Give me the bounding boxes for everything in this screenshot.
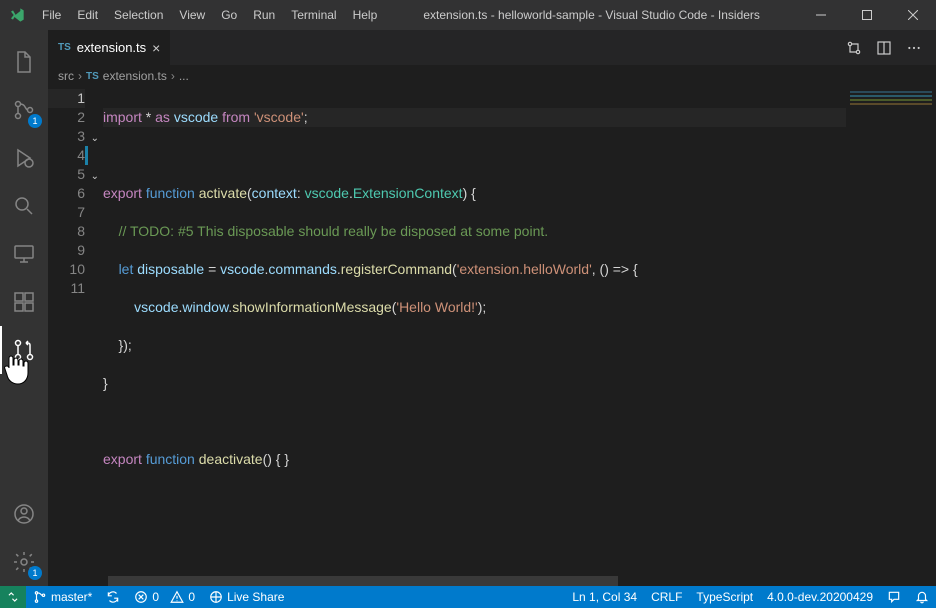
menu-go[interactable]: Go xyxy=(213,8,245,22)
menu-run[interactable]: Run xyxy=(245,8,283,22)
menu-selection[interactable]: Selection xyxy=(106,8,171,22)
scm-badge: 1 xyxy=(28,114,42,128)
language-mode-status[interactable]: TypeScript xyxy=(689,586,760,608)
split-editor-icon[interactable] xyxy=(876,40,892,56)
breadcrumb-folder[interactable]: src xyxy=(58,69,74,83)
window-title: extension.ts - helloworld-sample - Visua… xyxy=(385,8,798,22)
code-content[interactable]: import * as vscode from 'vscode'; export… xyxy=(103,87,846,586)
fold-icon[interactable]: ⌄ xyxy=(91,129,99,148)
remote-explorer-icon[interactable] xyxy=(0,230,48,278)
explorer-icon[interactable] xyxy=(0,38,48,86)
cursor-position-status[interactable]: Ln 1, Col 34 xyxy=(565,586,644,608)
settings-badge: 1 xyxy=(28,566,42,580)
line-number: 8 xyxy=(48,222,85,241)
line-number: 6 xyxy=(48,184,85,203)
close-tab-icon[interactable]: × xyxy=(152,40,160,56)
window-controls xyxy=(798,0,936,30)
menu-help[interactable]: Help xyxy=(345,8,386,22)
line-number: 7 xyxy=(48,203,85,222)
accounts-icon[interactable] xyxy=(0,490,48,538)
feedback-icon[interactable] xyxy=(880,586,908,608)
source-control-icon[interactable]: 1 xyxy=(0,86,48,134)
extensions-icon[interactable] xyxy=(0,278,48,326)
chevron-right-icon: › xyxy=(78,69,82,83)
line-number: 5⌄ xyxy=(48,165,85,184)
line-number: 1 xyxy=(48,89,85,108)
tab-bar: TS extension.ts × xyxy=(48,30,936,65)
menu-edit[interactable]: Edit xyxy=(69,8,106,22)
maximize-button[interactable] xyxy=(844,0,890,30)
remote-indicator[interactable] xyxy=(0,586,26,608)
live-share-status[interactable]: Live Share xyxy=(202,586,291,608)
scrollbar-thumb[interactable] xyxy=(108,576,618,586)
errors-warnings-status[interactable]: 0 0 xyxy=(127,586,202,608)
code-editor[interactable]: 1 2 3⌄ 4 5⌄ 6 7 8 9 10 11 import * as vs… xyxy=(48,87,936,586)
breadcrumb-more[interactable]: ... xyxy=(179,69,189,83)
compare-changes-icon[interactable] xyxy=(846,40,862,56)
fold-icon[interactable]: ⌄ xyxy=(91,167,99,186)
breadcrumb[interactable]: src › TS extension.ts › ... xyxy=(48,65,936,87)
menu-terminal[interactable]: Terminal xyxy=(283,8,344,22)
line-number-gutter: 1 2 3⌄ 4 5⌄ 6 7 8 9 10 11 xyxy=(48,87,103,586)
cursor-hand-icon xyxy=(2,354,32,386)
notifications-icon[interactable] xyxy=(908,586,936,608)
minimap[interactable] xyxy=(846,87,936,586)
eol-status[interactable]: CRLF xyxy=(644,586,689,608)
menu-view[interactable]: View xyxy=(171,8,213,22)
tab-extension-ts[interactable]: TS extension.ts × xyxy=(48,30,171,65)
settings-gear-icon[interactable]: 1 xyxy=(0,538,48,586)
editor-area: TS extension.ts × src › TS extension.ts … xyxy=(48,30,936,586)
title-bar: File Edit Selection View Go Run Terminal… xyxy=(0,0,936,30)
activity-bar: 1 1 xyxy=(0,30,48,586)
more-actions-icon[interactable] xyxy=(906,40,922,56)
line-number: 4 xyxy=(48,146,85,165)
breadcrumb-file[interactable]: extension.ts xyxy=(103,69,167,83)
line-number: 10 xyxy=(48,260,85,279)
line-number: 3⌄ xyxy=(48,127,85,146)
line-number: 9 xyxy=(48,241,85,260)
chevron-right-icon: › xyxy=(171,69,175,83)
close-button[interactable] xyxy=(890,0,936,30)
tab-label: extension.ts xyxy=(77,40,146,55)
line-number: 2 xyxy=(48,108,85,127)
search-icon[interactable] xyxy=(0,182,48,230)
git-branch-status[interactable]: master* xyxy=(26,586,99,608)
git-sync-status[interactable] xyxy=(99,586,127,608)
horizontal-scrollbar[interactable] xyxy=(108,576,836,586)
minimize-button[interactable] xyxy=(798,0,844,30)
menu-file[interactable]: File xyxy=(34,8,69,22)
file-type-icon: TS xyxy=(58,42,71,53)
typescript-version-status[interactable]: 4.0.0-dev.20200429 xyxy=(760,586,880,608)
file-type-icon: TS xyxy=(86,71,99,82)
status-bar: master* 0 0 Live Share Ln 1, Col 34 CRLF… xyxy=(0,586,936,608)
run-debug-icon[interactable] xyxy=(0,134,48,182)
line-number: 11 xyxy=(48,279,85,298)
menu-bar: File Edit Selection View Go Run Terminal… xyxy=(34,8,385,22)
vscode-logo-icon xyxy=(0,7,34,23)
